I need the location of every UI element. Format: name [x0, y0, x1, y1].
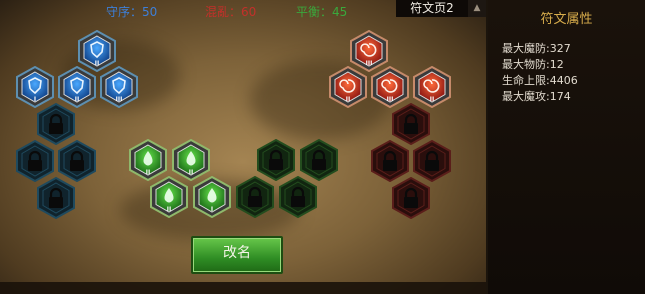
blue-rune-slot-4[interactable]: III	[100, 66, 138, 108]
red-locked-slot-1[interactable]	[392, 103, 430, 145]
blue-rune-slot-2[interactable]: I	[16, 66, 54, 108]
green-rune-slot-2[interactable]: II	[172, 139, 210, 181]
green-rune-slot-1[interactable]: II	[129, 139, 167, 181]
rune-page-screen: 守序：50 混亂：60 平衡：45 符文页2 ▲ II I II III II …	[0, 0, 645, 294]
red-rune-slot-3[interactable]: III	[371, 66, 409, 108]
rune-rank-label: II	[74, 96, 80, 103]
blue-rune-slot-3[interactable]: II	[58, 66, 96, 108]
red-locked-slot-2[interactable]	[371, 140, 409, 182]
background-stain	[250, 60, 390, 140]
order-stat: 守序：50	[106, 5, 158, 19]
green-locked-slot-4[interactable]	[279, 176, 317, 218]
green-locked-slot-1[interactable]	[257, 139, 295, 181]
attribute-max-magic-attack: 最大魔攻:174	[502, 90, 571, 103]
red-rune-slot-2[interactable]: II	[329, 66, 367, 108]
rune-rank-label: III	[386, 96, 394, 103]
rune-rank-label: II	[345, 96, 351, 103]
red-locked-slot-4[interactable]	[392, 177, 430, 219]
rune-rank-label: II	[188, 169, 194, 176]
green-locked-slot-3[interactable]	[236, 176, 274, 218]
rune-rank-label: II	[166, 206, 172, 213]
green-locked-slot-2[interactable]	[300, 139, 338, 181]
blue-locked-slot-4[interactable]	[37, 177, 75, 219]
board-bottom-edge	[0, 282, 486, 294]
green-rune-slot-4[interactable]: I	[193, 176, 231, 218]
blue-locked-slot-2[interactable]	[16, 140, 54, 182]
rune-rank-label: II	[429, 96, 435, 103]
rune-rank-label: II	[145, 169, 151, 176]
attribute-max-magic-defense: 最大魔防:327	[502, 42, 571, 55]
attribute-max-physical-defense: 最大物防:12	[502, 58, 564, 71]
blue-locked-slot-1[interactable]	[37, 103, 75, 145]
balance-stat: 平衡：45	[296, 5, 348, 19]
red-rune-slot-4[interactable]: II	[413, 66, 451, 108]
red-locked-slot-3[interactable]	[413, 140, 451, 182]
attribute-max-hp: 生命上限:4406	[502, 74, 578, 87]
rename-button[interactable]: 改名	[191, 236, 283, 274]
rune-board: 守序：50 混亂：60 平衡：45 符文页2 ▲ II I II III II …	[0, 0, 488, 294]
rune-page-tab[interactable]: 符文页2	[396, 0, 468, 17]
rune-rank-label: I	[210, 206, 214, 213]
chaos-stat: 混亂：60	[205, 5, 257, 19]
blue-locked-slot-3[interactable]	[58, 140, 96, 182]
rune-attributes-panel: 符文属性 最大魔防:327 最大物防:12 生命上限:4406 最大魔攻:174	[488, 0, 645, 294]
panel-title: 符文属性	[540, 12, 593, 27]
alignment-stats: 守序：50 混亂：60 平衡：45	[0, 3, 400, 21]
scroll-up-icon[interactable]: ▲	[468, 0, 486, 17]
rune-rank-label: I	[33, 96, 37, 103]
green-rune-slot-3[interactable]: II	[150, 176, 188, 218]
rune-rank-label: III	[115, 96, 123, 103]
